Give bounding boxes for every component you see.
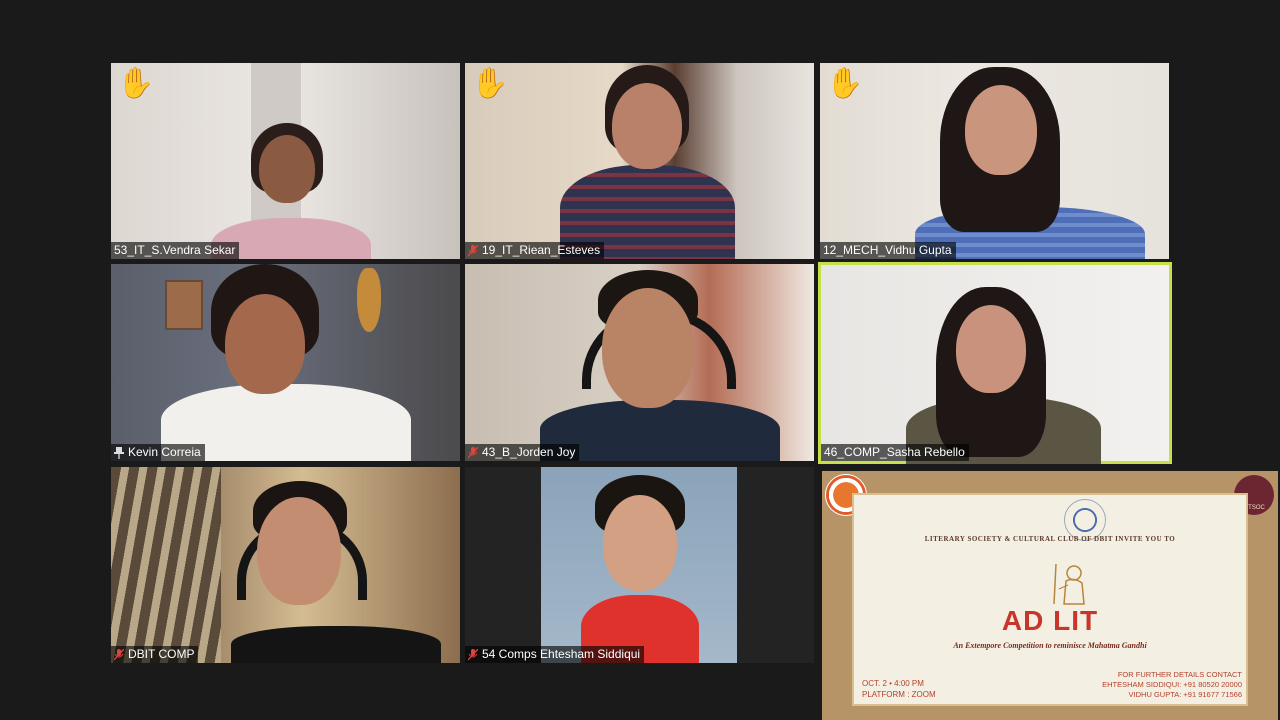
participant-video: [465, 264, 814, 461]
raised-hand-icon: ✋: [826, 66, 864, 101]
raised-hand-icon: ✋: [117, 66, 155, 101]
participant-name: 43_B_Jorden Joy: [482, 445, 576, 459]
name-tag: Kevin Correia: [111, 444, 205, 461]
gandhi-illustration: [1053, 563, 1085, 605]
participant-name: 19_IT_Riean_Esteves: [482, 243, 601, 257]
video-tile-vendra[interactable]: ✋ 53_IT_S.Vendra Sekar: [111, 63, 460, 259]
name-tag: 19_IT_Riean_Esteves: [465, 242, 605, 259]
participant-video: [465, 63, 814, 259]
mic-muted-icon: [468, 244, 478, 256]
name-tag: 43_B_Jorden Joy: [465, 444, 580, 461]
raised-hand-icon: ✋: [471, 66, 509, 101]
video-tile-jorden[interactable]: 43_B_Jorden Joy: [465, 264, 814, 461]
video-tile-kevin[interactable]: Kevin Correia: [111, 264, 460, 461]
video-tile-dbit-comp[interactable]: DBIT COMP: [111, 467, 460, 663]
participant-video: [820, 63, 1169, 259]
participant-name: 46_COMP_Sasha Rebello: [824, 445, 965, 459]
participant-name: 54 Comps Ehtesham Siddiqui: [482, 647, 641, 661]
poster-contact: FOR FURTHER DETAILS CONTACT EHTESHAM SID…: [1102, 670, 1242, 699]
shared-poster: LITSOC LITERARY SOCIETY & CULTURAL CLUB …: [822, 471, 1278, 720]
participant-name: 53_IT_S.Vendra Sekar: [114, 243, 236, 257]
name-tag: 54 Comps Ehtesham Siddiqui: [465, 646, 645, 663]
participant-video: [111, 264, 460, 461]
name-tag: DBIT COMP: [111, 646, 199, 663]
video-tile-vidhu[interactable]: ✋ 12_MECH_Vidhu Gupta: [820, 63, 1169, 259]
participant-name: DBIT COMP: [128, 647, 195, 661]
name-tag: 12_MECH_Vidhu Gupta: [820, 242, 956, 259]
participant-name: Kevin Correia: [128, 445, 201, 459]
participant-video: [111, 63, 460, 259]
mic-muted-icon: [468, 446, 478, 458]
pin-icon: [114, 446, 124, 459]
video-tile-ehtesham[interactable]: 54 Comps Ehtesham Siddiqui: [465, 467, 814, 663]
participant-name: 12_MECH_Vidhu Gupta: [823, 243, 952, 257]
video-tile-sasha[interactable]: 46_COMP_Sasha Rebello: [818, 262, 1172, 464]
name-tag: 46_COMP_Sasha Rebello: [821, 444, 969, 461]
participant-video: [821, 265, 1169, 464]
poster-date: OCT. 2 • 4:00 PM PLATFORM : ZOOM: [862, 679, 936, 699]
name-tag: 53_IT_S.Vendra Sekar: [111, 242, 240, 259]
poster-subtitle: An Extempore Competition to reminisce Ma…: [953, 641, 1147, 650]
mic-muted-icon: [468, 648, 478, 660]
video-tile-riean[interactable]: ✋ 19_IT_Riean_Esteves: [465, 63, 814, 259]
poster-card: LITERARY SOCIETY & CULTURAL CLUB OF DBIT…: [852, 493, 1248, 706]
participant-video: [541, 467, 737, 663]
poster-title: AD LIT: [1001, 605, 1099, 636]
mic-muted-icon: [114, 648, 124, 660]
poster-invite-line: LITERARY SOCIETY & CULTURAL CLUB OF DBIT…: [924, 535, 1176, 543]
participant-video: [111, 467, 460, 663]
